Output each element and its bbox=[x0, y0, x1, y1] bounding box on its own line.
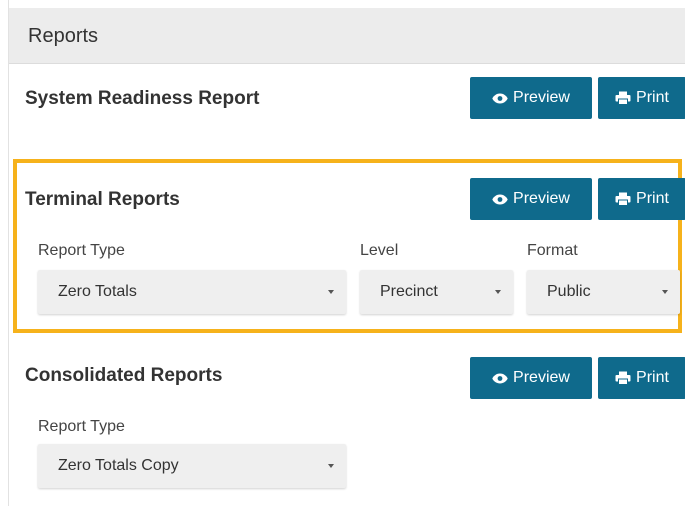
preview-label: Preview bbox=[513, 369, 570, 386]
caret-down-icon bbox=[328, 464, 334, 468]
printer-icon bbox=[615, 91, 631, 105]
print-label: Print bbox=[636, 369, 669, 386]
level-select[interactable]: Precinct bbox=[360, 270, 513, 314]
terminal-preview-button[interactable]: Preview bbox=[470, 178, 592, 220]
consolidated-reports-title: Consolidated Reports bbox=[25, 365, 223, 386]
page-title: Reports bbox=[28, 25, 99, 47]
level-label: Level bbox=[360, 242, 399, 259]
terminal-reports-title: Terminal Reports bbox=[25, 189, 180, 210]
printer-icon bbox=[615, 192, 631, 206]
eye-icon bbox=[492, 373, 508, 384]
preview-label: Preview bbox=[513, 89, 570, 106]
format-value: Public bbox=[547, 283, 591, 300]
terminal-print-button[interactable]: Print bbox=[598, 178, 685, 220]
system-readiness-preview-button[interactable]: Preview bbox=[470, 77, 592, 119]
format-select[interactable]: Public bbox=[527, 270, 680, 314]
caret-down-icon bbox=[328, 290, 334, 294]
eye-icon bbox=[492, 93, 508, 104]
report-type-select[interactable]: Zero Totals bbox=[38, 270, 346, 314]
consolidated-report-type-select[interactable]: Zero Totals Copy bbox=[38, 444, 346, 488]
consolidated-report-type-value: Zero Totals Copy bbox=[58, 457, 179, 474]
preview-label: Preview bbox=[513, 190, 570, 207]
eye-icon bbox=[492, 194, 508, 205]
consolidated-report-type-label: Report Type bbox=[38, 418, 125, 435]
level-value: Precinct bbox=[380, 283, 438, 300]
system-readiness-title: System Readiness Report bbox=[25, 88, 260, 109]
printer-icon bbox=[615, 371, 631, 385]
caret-down-icon bbox=[495, 290, 501, 294]
reports-panel: Reports System Readiness Report Preview … bbox=[8, 0, 685, 506]
consolidated-print-button[interactable]: Print bbox=[598, 357, 685, 399]
print-label: Print bbox=[636, 89, 669, 106]
report-type-label: Report Type bbox=[38, 242, 125, 259]
report-type-value: Zero Totals bbox=[58, 283, 137, 300]
print-label: Print bbox=[636, 190, 669, 207]
consolidated-preview-button[interactable]: Preview bbox=[470, 357, 592, 399]
system-readiness-print-button[interactable]: Print bbox=[598, 77, 685, 119]
format-label: Format bbox=[527, 242, 578, 259]
panel-header: Reports bbox=[9, 8, 685, 64]
caret-down-icon bbox=[662, 290, 668, 294]
